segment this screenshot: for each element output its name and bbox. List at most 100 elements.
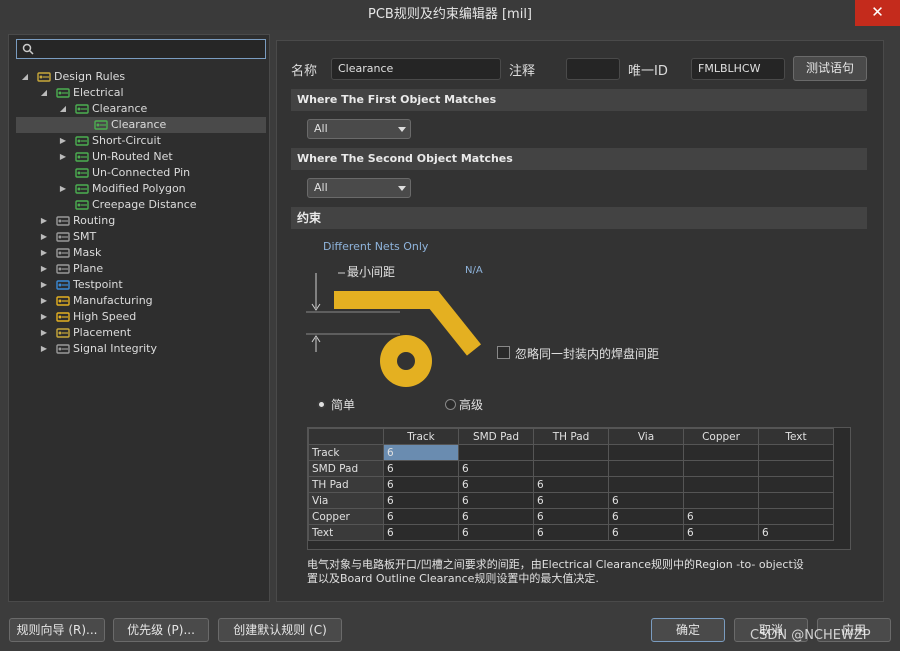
- name-field[interactable]: Clearance: [331, 58, 501, 80]
- description-line-2: 置以及Board Outline Clearance规则设置中的最大值决定.: [307, 572, 599, 585]
- matrix-cell[interactable]: 6: [458, 492, 534, 509]
- matrix-cell[interactable]: 6: [608, 492, 684, 509]
- expand-arrow-icon[interactable]: ▶: [39, 229, 49, 245]
- tree-item[interactable]: ▶ Testpoint: [16, 277, 266, 293]
- tree-item[interactable]: ▶ Short-Circuit: [16, 133, 266, 149]
- second-match-dropdown[interactable]: All: [307, 178, 411, 198]
- tree-item[interactable]: Un-Connected Pin: [16, 165, 266, 181]
- matrix-cell[interactable]: 6: [458, 524, 534, 541]
- comment-label: 注释: [509, 64, 536, 79]
- mode-advanced-radio[interactable]: [445, 399, 456, 410]
- expand-arrow-icon[interactable]: ▶: [39, 213, 49, 229]
- tree-item-label: Testpoint: [73, 278, 123, 291]
- comment-field[interactable]: [566, 58, 620, 80]
- expand-arrow-icon[interactable]: ▶: [39, 341, 49, 357]
- mode-simple-radio[interactable]: [317, 400, 326, 409]
- expand-arrow-icon[interactable]: ▶: [39, 277, 49, 293]
- mode-simple-label: 简单: [331, 398, 356, 412]
- matrix-cell[interactable]: [608, 444, 684, 461]
- tree-item[interactable]: ▶ Signal Integrity: [16, 341, 266, 357]
- search-input[interactable]: [16, 39, 266, 59]
- tree-item[interactable]: Creepage Distance: [16, 197, 266, 213]
- tree-item-label: Plane: [73, 262, 104, 275]
- watermark: CSDN @NCHEWZP: [750, 628, 871, 643]
- tree-item[interactable]: ▶ Placement: [16, 325, 266, 341]
- expand-arrow-icon[interactable]: ▶: [58, 133, 68, 149]
- tree-item[interactable]: ▶ High Speed: [16, 309, 266, 325]
- matrix-cell[interactable]: [683, 444, 759, 461]
- matrix-cell[interactable]: 6: [758, 524, 834, 541]
- expand-arrow-icon[interactable]: ▶: [39, 293, 49, 309]
- matrix-cell[interactable]: 6: [533, 508, 609, 525]
- testpoint-icon: [56, 279, 70, 291]
- matrix-cell[interactable]: 6: [458, 476, 534, 493]
- matrix-cell[interactable]: [608, 460, 684, 477]
- matrix-cell[interactable]: 6: [383, 524, 459, 541]
- tree-item-label: Signal Integrity: [73, 342, 157, 355]
- clearance-rule-icon: [94, 119, 108, 131]
- ignore-pad-checkbox[interactable]: [497, 346, 510, 359]
- matrix-cell[interactable]: 6: [383, 444, 459, 461]
- net-scope-link[interactable]: Different Nets Only: [323, 240, 428, 253]
- matrix-cell[interactable]: [758, 444, 834, 461]
- matrix-cell[interactable]: [758, 460, 834, 477]
- tree-item[interactable]: ▶ Plane: [16, 261, 266, 277]
- matrix-cell[interactable]: [533, 460, 609, 477]
- matrix-cell[interactable]: [608, 476, 684, 493]
- matrix-cell[interactable]: 6: [458, 460, 534, 477]
- matrix-cell[interactable]: [533, 444, 609, 461]
- tree-item[interactable]: ▶ Manufacturing: [16, 293, 266, 309]
- tree-item[interactable]: ▶ Routing: [16, 213, 266, 229]
- tree-item[interactable]: ◢ Design Rules: [16, 69, 266, 85]
- expand-arrow-icon[interactable]: ▶: [58, 149, 68, 165]
- plane-icon: [56, 263, 70, 275]
- matrix-row: Copper 6 6 6 6 6: [308, 508, 834, 525]
- ok-button[interactable]: 确定: [651, 618, 725, 642]
- create-default-rules-button[interactable]: 创建默认规则 (C): [218, 618, 342, 642]
- clearance-rule-icon: [75, 103, 89, 115]
- rule-wizard-button[interactable]: 规则向导 (R)...: [9, 618, 105, 642]
- matrix-cell[interactable]: 6: [608, 508, 684, 525]
- matrix-cell[interactable]: 6: [533, 492, 609, 509]
- matrix-cell[interactable]: 6: [383, 460, 459, 477]
- constraints-heading: 约束: [291, 207, 867, 229]
- expand-arrow-icon[interactable]: ▶: [39, 325, 49, 341]
- tree-item[interactable]: Clearance: [16, 117, 266, 133]
- collapse-arrow-icon[interactable]: ◢: [58, 101, 68, 117]
- tree-item[interactable]: ◢ Clearance: [16, 101, 266, 117]
- priority-button[interactable]: 优先级 (P)...: [113, 618, 209, 642]
- expand-arrow-icon[interactable]: ▶: [39, 245, 49, 261]
- matrix-cell[interactable]: [683, 492, 759, 509]
- collapse-arrow-icon[interactable]: ◢: [20, 69, 30, 85]
- matrix-cell[interactable]: [683, 460, 759, 477]
- tree-item[interactable]: ▶ Modified Polygon: [16, 181, 266, 197]
- expand-arrow-icon[interactable]: ▶: [39, 261, 49, 277]
- matrix-cell[interactable]: 6: [608, 524, 684, 541]
- first-match-heading: Where The First Object Matches: [291, 89, 867, 111]
- first-match-dropdown[interactable]: All: [307, 119, 411, 139]
- tree-item[interactable]: ▶ Mask: [16, 245, 266, 261]
- matrix-cell[interactable]: 6: [458, 508, 534, 525]
- tree-item[interactable]: ▶ SMT: [16, 229, 266, 245]
- matrix-cell[interactable]: [758, 508, 834, 525]
- expand-arrow-icon[interactable]: ▶: [58, 181, 68, 197]
- expand-arrow-icon[interactable]: ▶: [39, 309, 49, 325]
- close-button[interactable]: ✕: [855, 0, 900, 26]
- matrix-cell[interactable]: 6: [383, 476, 459, 493]
- uid-field[interactable]: FMLBLHCW: [691, 58, 785, 80]
- matrix-cell[interactable]: 6: [683, 508, 759, 525]
- matrix-cell[interactable]: [458, 444, 534, 461]
- collapse-arrow-icon[interactable]: ◢: [39, 85, 49, 101]
- matrix-cell[interactable]: 6: [533, 476, 609, 493]
- matrix-cell[interactable]: [758, 476, 834, 493]
- tree-item-label: Short-Circuit: [92, 134, 161, 147]
- matrix-cell[interactable]: 6: [683, 524, 759, 541]
- matrix-cell[interactable]: 6: [533, 524, 609, 541]
- matrix-cell[interactable]: [683, 476, 759, 493]
- tree-item[interactable]: ◢ Electrical: [16, 85, 266, 101]
- matrix-cell[interactable]: 6: [383, 492, 459, 509]
- matrix-cell[interactable]: [758, 492, 834, 509]
- tree-item[interactable]: ▶ Un-Routed Net: [16, 149, 266, 165]
- test-query-button[interactable]: 测试语句: [793, 56, 867, 81]
- matrix-cell[interactable]: 6: [383, 508, 459, 525]
